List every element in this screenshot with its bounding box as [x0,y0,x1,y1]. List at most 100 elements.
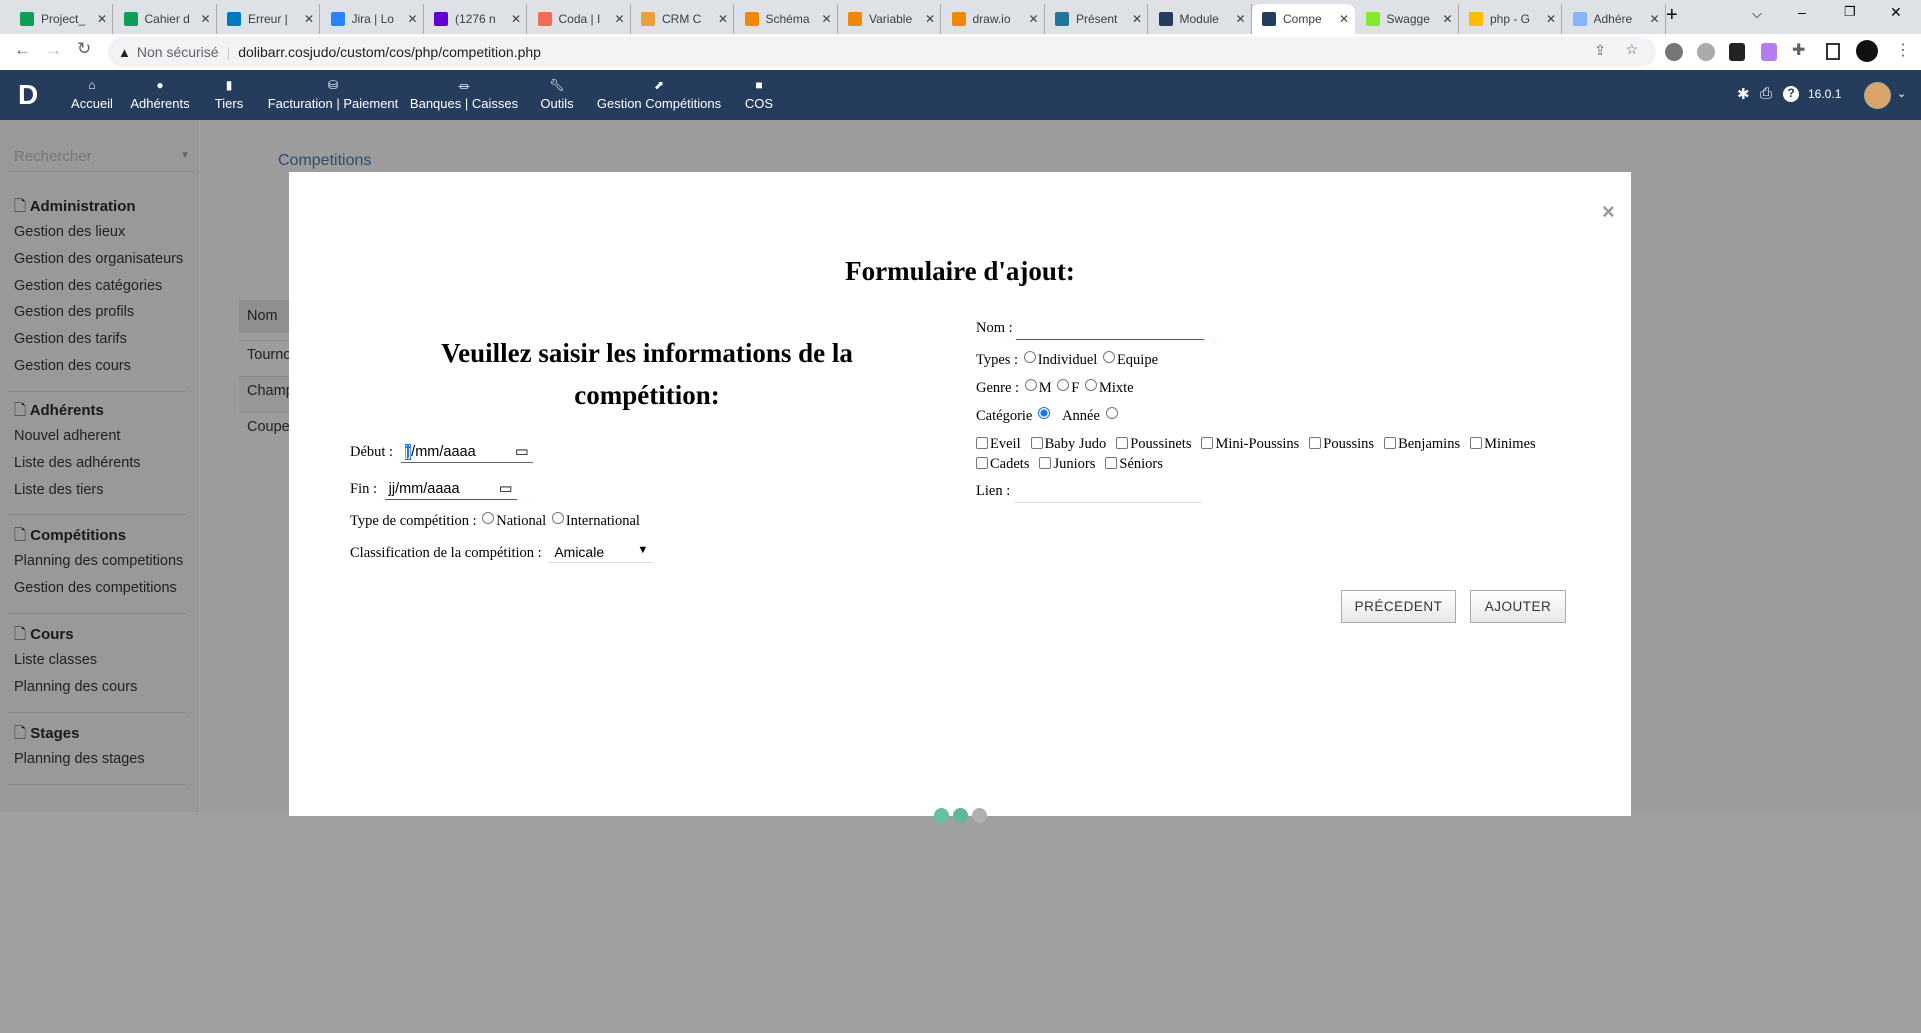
category-checkbox[interactable]: Séniors [1099,456,1163,472]
sidebar-item[interactable]: Planning des cours [14,679,137,695]
close-tab-icon[interactable]: ✕ [1029,12,1039,26]
genre-f-radio[interactable] [1057,379,1070,391]
browser-tab[interactable]: CRM C ✕ [631,4,734,34]
category-checkbox[interactable]: Cadets [970,456,1029,472]
nav-item[interactable]: 🔧︎ Outils [540,78,573,111]
dolibarr-logo[interactable]: D [18,79,38,111]
browser-tab[interactable]: Coda | I ✕ [528,4,631,34]
sidebar-item[interactable]: Planning des competitions [14,553,183,569]
back-icon[interactable]: ← [14,40,31,60]
genre-mixte-radio[interactable] [1084,379,1097,391]
nav-item[interactable]: ⏛ Banques | Caisses [410,78,518,111]
print-icon[interactable]: ⎙ [1760,85,1772,102]
bug-icon[interactable]: ✱ [1737,85,1750,103]
reload-icon[interactable]: ↻ [77,39,91,59]
browser-tab[interactable]: Variable ✕ [838,4,941,34]
category-checkbox[interactable]: Eveil [970,436,1021,452]
browser-tab[interactable]: Swagge ✕ [1356,4,1459,34]
sidebar-item[interactable]: Gestion des lieux [14,224,125,240]
international-radio[interactable] [551,512,564,524]
category-checkbox[interactable]: Poussinets [1110,436,1191,452]
browser-tab[interactable]: Module ✕ [1149,4,1252,34]
category-checkbox[interactable]: Mini-Poussins [1195,436,1299,452]
browser-tab[interactable]: Schéma ✕ [735,4,838,34]
minimize-icon[interactable]: – [1798,4,1806,20]
checkbox[interactable] [1030,437,1043,449]
sidebar-item[interactable]: Gestion des tarifs [14,331,127,347]
genre-m-radio[interactable] [1024,379,1037,391]
fin-date-input[interactable]: jj/mm/aaaa ▭ [384,479,517,500]
browser-tab[interactable]: (1276 n ✕ [424,4,527,34]
browser-tab[interactable]: Cahier d ✕ [114,4,217,34]
checkbox[interactable] [1470,437,1483,449]
close-tab-icon[interactable]: ✕ [822,12,832,26]
profile-avatar[interactable] [1856,40,1878,62]
share-icon[interactable]: ⇪ [1594,42,1606,59]
checkbox[interactable] [976,437,988,449]
checkbox[interactable] [1116,437,1129,449]
extension-icon[interactable] [1761,43,1777,61]
individuel-radio[interactable] [1023,351,1036,363]
sidebar-item[interactable]: Gestion des organisateurs [14,251,183,267]
nom-input[interactable] [1016,320,1205,340]
close-tab-icon[interactable]: ✕ [718,12,728,26]
browser-tab[interactable]: draw.io ✕ [942,4,1045,34]
close-tab-icon[interactable]: ✕ [1650,12,1660,26]
search-input[interactable]: Rechercher ▼ [8,144,194,172]
url-field[interactable]: ▲ Non sécurisé | dolibarr.cosjudo/custom… [108,37,1656,67]
nav-item[interactable]: ⌂ Accueil [71,78,113,111]
sidebar-item[interactable]: Gestion des profils [14,304,134,320]
classification-select[interactable]: Amicale ▼ [549,542,654,563]
close-tab-icon[interactable]: ✕ [304,12,314,26]
nav-item[interactable]: ⬈ Gestion Compétitions [597,78,721,111]
puzzle-icon[interactable]: ✚ [1792,40,1805,60]
bookmark-star-icon[interactable]: ☆ [1625,41,1638,58]
checkbox[interactable] [1105,457,1118,469]
sidebar-item[interactable]: Liste des adhérents [14,455,141,471]
checkbox[interactable] [1309,437,1322,449]
sidebar-section-title[interactable]: 🗋︎ Cours [14,624,74,649]
previous-button[interactable]: PRÉCEDENT [1341,590,1456,623]
browser-tab[interactable]: Présent ✕ [1045,4,1148,34]
close-tab-icon[interactable]: ✕ [1443,12,1453,26]
nav-item[interactable]: ■ COS [745,78,773,111]
lien-input[interactable] [1013,483,1202,503]
sidebar-item[interactable]: Gestion des competitions [14,580,177,596]
close-tab-icon[interactable]: ✕ [1339,12,1349,26]
close-tab-icon[interactable]: ✕ [201,12,211,26]
category-checkbox[interactable]: Baby Judo [1025,436,1106,452]
close-tab-icon[interactable]: ✕ [408,12,418,26]
checkbox[interactable] [1201,437,1214,449]
browser-tab[interactable]: Compe ✕ [1252,4,1355,34]
equipe-radio[interactable] [1102,351,1115,363]
close-window-icon[interactable]: ✕ [1890,4,1902,21]
close-icon[interactable]: × [1602,199,1615,225]
sidebar-section-title[interactable]: 🗋︎ Adhérents [14,400,104,425]
sidebar-item[interactable]: Planning des stages [14,751,145,767]
close-tab-icon[interactable]: ✕ [511,12,521,26]
sidebar-item[interactable]: Liste des tiers [14,482,103,498]
close-tab-icon[interactable]: ✕ [925,12,935,26]
checkbox[interactable] [1039,457,1052,469]
category-checkbox[interactable]: Juniors [1033,456,1095,472]
sidebar-section-title[interactable]: 🗋︎ Stages [14,723,79,748]
checkbox[interactable] [976,457,988,469]
close-tab-icon[interactable]: ✕ [1546,12,1556,26]
extension-icon[interactable] [1729,43,1745,61]
add-button[interactable]: AJOUTER [1470,590,1566,623]
menu-icon[interactable]: ⋮ [1895,40,1911,60]
sidepanel-icon[interactable] [1826,43,1840,60]
nav-item[interactable]: ▮ Tiers [215,78,243,111]
close-tab-icon[interactable]: ✕ [615,12,625,26]
categorie-radio[interactable] [1038,407,1050,419]
sidebar-item[interactable]: Nouvel adherent [14,428,120,444]
debut-date-input[interactable]: jj/mm/aaaa ▭ [400,442,533,463]
browser-tab[interactable]: php - G ✕ [1459,4,1562,34]
calendar-icon[interactable]: ▭ [515,444,529,460]
user-avatar[interactable] [1864,82,1891,109]
sidebar-section-title[interactable]: 🗋︎ Compétitions [14,525,126,550]
browser-tab[interactable]: Adhére ✕ [1563,4,1666,34]
tab-search-icon[interactable]: ⌵ [1752,6,1762,22]
checkbox[interactable] [1384,437,1397,449]
extension-icon[interactable] [1665,43,1683,61]
